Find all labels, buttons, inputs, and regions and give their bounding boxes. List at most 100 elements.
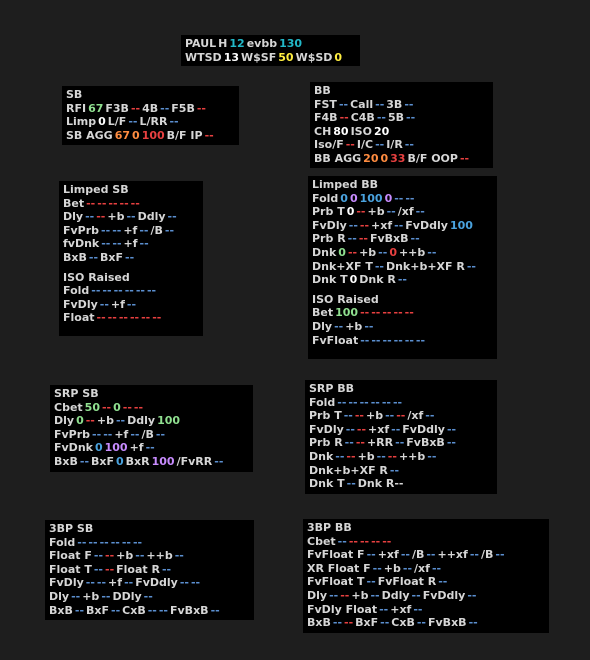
stat-value: 100 xyxy=(449,218,473,232)
stat-value: -- xyxy=(404,306,414,320)
stat-value: -- xyxy=(85,414,95,428)
stat-value: -- xyxy=(393,306,403,320)
stat-value: -- xyxy=(122,400,132,414)
stat-label: Dnk R xyxy=(359,273,396,287)
stat-value: -- xyxy=(394,191,404,205)
stat-label: Float R xyxy=(116,562,160,576)
stat-value: -- xyxy=(204,128,214,142)
stat-value: -- xyxy=(124,284,134,298)
stat-label: FvBxB xyxy=(428,616,467,630)
stat-value: -- xyxy=(376,449,386,463)
stat-value: -- xyxy=(71,589,81,603)
stat-label: F3B xyxy=(105,101,129,115)
stat-value: -- xyxy=(101,223,111,237)
stat-label: BxB xyxy=(307,616,331,630)
stat-row: Bet -- -- -- -- -- xyxy=(63,197,199,211)
stat-value: -- xyxy=(402,561,413,575)
stat-label: BxF xyxy=(355,616,379,630)
stat-value: -- xyxy=(125,250,135,264)
stat-row: Prb R -- -- FvBxB -- xyxy=(312,232,493,246)
stat-value: -- xyxy=(347,232,357,246)
stat-value: -- xyxy=(495,548,505,562)
stat-value: -- xyxy=(446,422,457,436)
stat-label: Prb T xyxy=(309,409,342,423)
stat-label: Ddly xyxy=(127,414,156,428)
stat-value: -- xyxy=(372,561,382,575)
stat-label: BxF xyxy=(91,454,115,468)
stat-row: Cbet 50 -- 0 -- -- xyxy=(54,401,249,415)
stat-label: BxB xyxy=(63,250,87,264)
stat-value: -- xyxy=(112,223,122,237)
3bp-bb-panel: 3BP BB Cbet -- -- -- -- -- FvFloat F -- +xf --/B --… xyxy=(303,519,549,633)
stat-value: -- xyxy=(105,549,115,563)
stat-label: Dnk+b+XF R xyxy=(309,463,388,477)
stat-label: FvDdly xyxy=(422,588,466,602)
stat-value: 100 xyxy=(151,454,175,468)
stat-label: 4B xyxy=(142,101,159,115)
stat-value: 33 xyxy=(390,151,406,165)
stat-value: -- xyxy=(143,589,153,603)
stat-value: 20 xyxy=(363,151,379,165)
stat-value: -- xyxy=(381,395,391,409)
stat-value: -- xyxy=(359,534,370,548)
stat-label: +f xyxy=(123,223,138,237)
stat-label: 3BP BB xyxy=(307,521,352,534)
stat-label: B/F IP xyxy=(166,128,203,142)
stat-value: -- xyxy=(92,427,102,441)
stat-value: -- xyxy=(135,284,145,298)
stat-row: FvDly -- -- +f -- FvDdly -- -- xyxy=(49,576,250,590)
stat-label: Cbet xyxy=(307,534,336,548)
stat-value: -- xyxy=(410,232,420,246)
stat-value: -- xyxy=(346,477,356,491)
stat-row: fvDnk -- -- +f -- xyxy=(63,237,199,251)
stat-label: B/F OOP xyxy=(407,151,458,165)
stat-value: -- xyxy=(139,237,149,251)
stat-value: 0 xyxy=(116,454,124,468)
stat-row: 3BP BB xyxy=(307,521,545,535)
stat-label: Float xyxy=(63,311,95,325)
stat-row: FvDly -- +f -- xyxy=(63,298,199,312)
stat-row: BB xyxy=(314,84,489,98)
stat-value: 13 xyxy=(223,50,240,64)
stat-label: SB xyxy=(66,88,83,101)
stat-label: BxF xyxy=(86,603,110,617)
stat-label: BxB xyxy=(54,454,78,468)
stat-label: FvDly xyxy=(63,297,98,311)
stat-label: DDly xyxy=(112,589,142,603)
stat-row: Dly -- -- +b -- Ddly -- xyxy=(63,210,199,224)
stat-label: Dnk T xyxy=(309,477,345,491)
stat-label: /xf xyxy=(407,409,424,423)
stat-label: Ddly xyxy=(381,588,410,602)
stat-value: -- xyxy=(366,575,376,589)
stat-value: -- xyxy=(360,306,370,320)
stat-value: 100 xyxy=(359,191,383,205)
stat-label: FvBxB xyxy=(369,232,409,246)
stat-value: 0 xyxy=(94,441,103,455)
stat-value: -- xyxy=(99,297,109,311)
stat-row: ISO Raised xyxy=(63,271,199,285)
stat-value: 0 xyxy=(113,400,121,414)
stat-value: -- xyxy=(85,576,95,590)
stat-row: Float -- -- -- -- -- -- xyxy=(63,311,199,325)
stat-row: FvDly -- -- +xf -- FvDdly -- xyxy=(309,423,493,437)
stat-value: -- xyxy=(404,138,414,152)
limped-bb-panel: Limped BB Fold 0 0 100 0 -- -- Prb T 0 -- +b --/xf --… xyxy=(308,176,497,359)
stat-row: Dnk T -- Dnk R-- xyxy=(309,477,493,491)
stat-value: 0 xyxy=(389,245,397,259)
stat-value: -- xyxy=(77,535,87,549)
stat-value: 0 xyxy=(334,50,343,64)
stat-value: -- xyxy=(392,395,403,409)
stat-label: Fold xyxy=(312,191,339,205)
stat-label: Fold xyxy=(49,535,76,549)
stat-value: -- xyxy=(335,449,345,463)
stat-row: Dnk+XF T -- Dnk+b+XF R -- xyxy=(312,260,493,274)
stat-row: Float T -- -- Float R -- xyxy=(49,563,250,577)
stat-value: -- xyxy=(103,427,113,441)
stat-label: BxF xyxy=(100,250,124,264)
stat-label: PAUL xyxy=(185,37,217,50)
stat-value: -- xyxy=(354,409,364,423)
stat-value: -- xyxy=(382,534,392,548)
stat-label: Prb R xyxy=(312,232,346,246)
stat-value: -- xyxy=(85,210,95,224)
stat-value: -- xyxy=(196,101,206,115)
